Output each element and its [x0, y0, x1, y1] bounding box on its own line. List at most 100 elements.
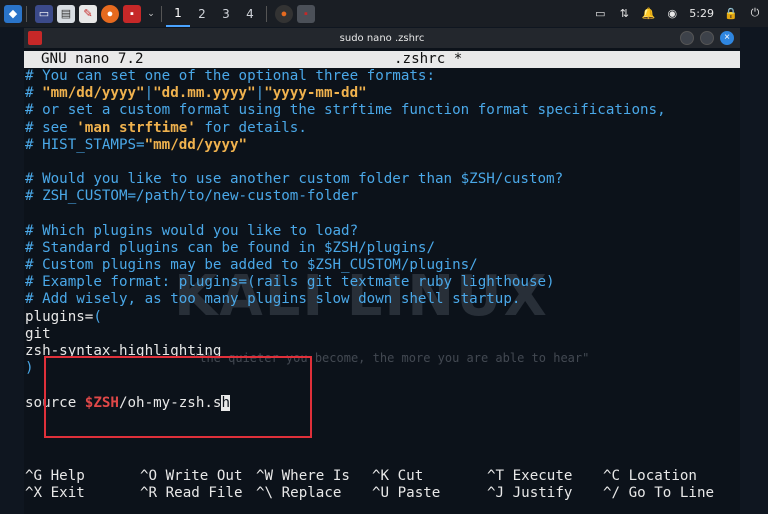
chevron-down-icon[interactable]: ⌄	[145, 5, 157, 23]
editor-line[interactable]: # "mm/dd/yyyy"|"dd.mm.yyyy"|"yyyy-mm-dd"	[25, 85, 666, 102]
editor-line[interactable]	[25, 206, 666, 223]
editor-text: # You can set one of the optional three …	[25, 68, 435, 84]
nano-filename: .zshrc *	[394, 51, 463, 67]
editor-line[interactable]: plugins=(	[25, 309, 666, 326]
editor-line[interactable]: git	[25, 326, 666, 343]
file-manager-icon[interactable]: ▤	[57, 4, 75, 23]
editor-line[interactable]: # Custom plugins may be added to $ZSH_CU…	[25, 257, 666, 274]
screen-icon[interactable]: ▭	[593, 7, 607, 21]
shortcut-cut: ^K Cut	[372, 468, 423, 485]
shortcut-paste: ^U Paste	[372, 485, 440, 502]
panel-separator	[161, 5, 162, 22]
window-titlebar[interactable]: sudo nano .zshrc ×	[24, 28, 740, 48]
workspace-1[interactable]: 1	[166, 0, 190, 27]
minimize-button[interactable]	[680, 31, 694, 45]
editor-text: |	[144, 85, 154, 102]
shortcut-label: Location	[620, 468, 697, 484]
shortcut-label: Replace	[273, 485, 342, 502]
editor-text: # Add wisely, as too many plugins slow d…	[25, 291, 521, 308]
shortcut-justify: ^J Justify	[487, 485, 572, 502]
editor-line[interactable]: # Add wisely, as too many plugins slow d…	[25, 291, 666, 308]
show-desktop-icon[interactable]: ▭	[35, 4, 53, 23]
terminal-task-icon[interactable]: ▪	[297, 4, 315, 23]
lock-icon[interactable]: 🔒	[724, 7, 738, 21]
shortcut-key: ^U	[372, 485, 390, 502]
editor-text: 'man strftime'	[76, 119, 196, 136]
editor-text: plugins=	[25, 308, 94, 325]
shortcut-help: ^G Help	[25, 468, 85, 485]
window-title: sudo nano .zshrc	[339, 32, 425, 44]
terminal-window-icon	[28, 31, 42, 45]
terminal-icon[interactable]: ▪	[123, 4, 141, 23]
editor-text: for details.	[195, 119, 307, 136]
editor-line[interactable]	[25, 154, 666, 171]
editor-text: "yyyy-mm-dd"	[264, 85, 367, 102]
shortcut-key: ^R	[140, 485, 158, 502]
shortcut-key: ^T	[487, 468, 505, 484]
editor-text: # Standard plugins can be found in $ZSH/…	[25, 239, 435, 256]
editor-text: # or set a custom format using the strft…	[25, 102, 666, 119]
panel-separator	[26, 5, 27, 22]
shortcut-write-out: ^O Write Out	[140, 468, 243, 485]
firefox-task-icon[interactable]: ●	[275, 4, 293, 23]
shortcut-key: ^G	[25, 468, 43, 484]
shortcut-go-to-line: ^/ Go To Line	[603, 485, 714, 502]
panel-separator	[266, 5, 267, 22]
shortcut-key: ^O	[140, 468, 158, 484]
shortcut-label: Cut	[389, 468, 424, 484]
editor-text: # HIST_STAMPS=	[25, 136, 145, 153]
workspace-3[interactable]: 3	[214, 7, 238, 21]
workspace-4[interactable]: 4	[238, 7, 262, 21]
shortcut-key: ^C	[603, 468, 621, 484]
close-button[interactable]: ×	[720, 31, 734, 45]
editor-line[interactable]: # or set a custom format using the strft…	[25, 102, 666, 119]
shortcut-exit: ^X Exit	[25, 485, 85, 502]
text-editor-icon[interactable]: ✎	[79, 4, 97, 23]
terminal-content[interactable]: KALI LINUX "the quieter you become, the …	[24, 48, 740, 514]
firefox-icon[interactable]: ●	[101, 4, 119, 23]
system-tray: ▭ ⇅ 🔔 ◉ 5:29 🔒 ⏻	[593, 0, 762, 27]
shortcut-key: ^K	[372, 468, 390, 484]
shortcut-read-file: ^R Read File	[140, 485, 243, 502]
editor-line[interactable]: # Which plugins would you like to load?	[25, 223, 666, 240]
top-panel: ◆ ▭ ▤ ✎ ● ▪ ⌄ 1 2 3 4 ● ▪ ▭ ⇅ 🔔 ◉ 5:29 🔒…	[0, 0, 768, 27]
shortcut-key: ^J	[487, 485, 505, 502]
editor-line[interactable]: # You can set one of the optional three …	[25, 68, 666, 85]
kali-menu-icon[interactable]: ◆	[4, 4, 22, 23]
editor-text: |	[255, 85, 265, 102]
shortcut-key: ^\	[256, 485, 274, 502]
maximize-button[interactable]	[700, 31, 714, 45]
shortcut-label: Write Out	[157, 468, 243, 484]
network-icon[interactable]: ⇅	[617, 7, 631, 21]
editor-line[interactable]: # HIST_STAMPS="mm/dd/yyyy"	[25, 137, 666, 154]
logout-icon[interactable]: ⏻	[748, 7, 762, 21]
terminal-window: sudo nano .zshrc × KALI LINUX "the quiet…	[24, 28, 740, 514]
shortcut-key: ^W	[256, 468, 274, 484]
editor-text: # see	[25, 119, 77, 136]
editor-line[interactable]: # Example format: plugins=(rails git tex…	[25, 274, 666, 291]
editor-text: "dd.mm.yyyy"	[153, 85, 256, 102]
editor-text: # Would you like to use another custom f…	[25, 171, 564, 188]
notification-bell-icon[interactable]: 🔔	[641, 7, 655, 21]
editor-line[interactable]: # see 'man strftime' for details.	[25, 120, 666, 137]
shortcut-label: Execute	[504, 468, 573, 484]
editor-line[interactable]: # Standard plugins can be found in $ZSH/…	[25, 240, 666, 257]
shortcut-label: Read File	[157, 485, 243, 502]
editor-line[interactable]: # ZSH_CUSTOM=/path/to/new-custom-folder	[25, 188, 666, 205]
workspace-2[interactable]: 2	[190, 7, 214, 21]
editor-text: (	[93, 308, 102, 325]
editor-text: #	[25, 85, 43, 102]
shortcut-execute: ^T Execute	[487, 468, 572, 485]
editor-text: # ZSH_CUSTOM=/path/to/new-custom-folder	[25, 188, 359, 205]
shortcut-where-is: ^W Where Is	[256, 468, 350, 485]
editor-text: "mm/dd/yyyy"	[42, 85, 145, 102]
shortcut-label: Paste	[389, 485, 441, 502]
plugins-highlight-box	[44, 356, 312, 438]
clock[interactable]: 5:29	[689, 7, 714, 20]
shortcut-label: Help	[42, 468, 85, 484]
editor-text: "mm/dd/yyyy"	[144, 136, 248, 153]
power-icon[interactable]: ◉	[665, 7, 679, 21]
editor-text: # Custom plugins may be added to $ZSH_CU…	[25, 257, 478, 274]
shortcut-key: ^/	[603, 485, 621, 502]
editor-line[interactable]: # Would you like to use another custom f…	[25, 171, 666, 188]
